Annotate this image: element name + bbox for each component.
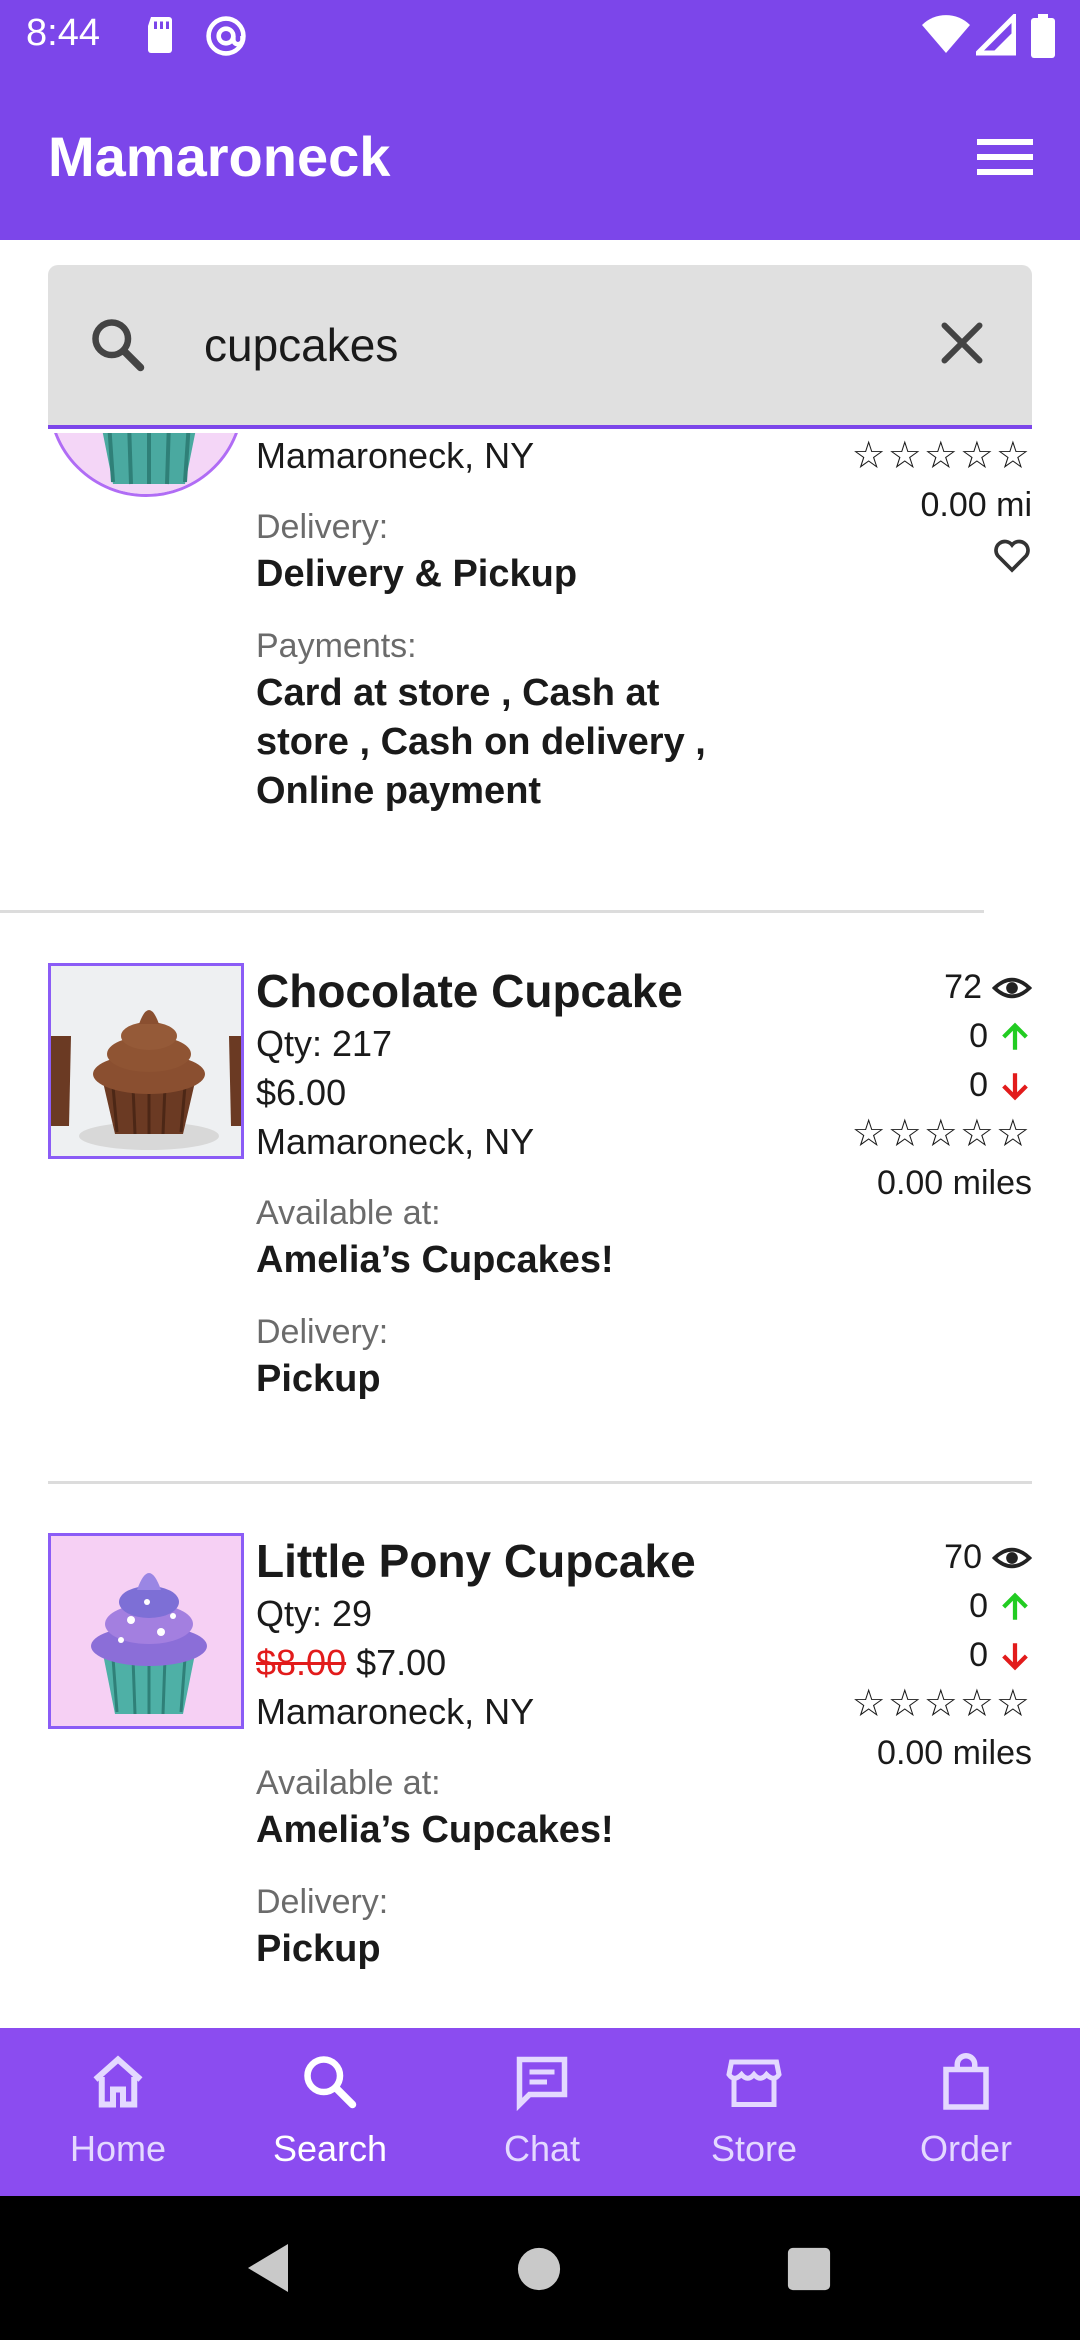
- rating-stars: ☆☆☆☆☆: [851, 1113, 1032, 1155]
- location-text: Mamaroneck, NY: [256, 435, 535, 476]
- view-count: 70: [944, 1538, 982, 1576]
- store-name[interactable]: Amelia’s Cupcakes!: [256, 1236, 776, 1285]
- payments-label: Payments:: [256, 627, 417, 665]
- nav-label: Search: [272, 2128, 388, 2169]
- distance-text: 0.00 miles: [877, 1164, 1032, 1202]
- qty-text: Qty: 29: [256, 1593, 373, 1634]
- available-label: Available at:: [256, 1764, 441, 1802]
- distance-text: 0.00 mi: [920, 486, 1033, 524]
- price-text: $7.00: [356, 1642, 447, 1683]
- home-icon: [93, 2055, 143, 2108]
- downvote-count: 0: [969, 1636, 988, 1674]
- old-price-text: $8.00: [256, 1642, 347, 1683]
- rating-stars: ☆☆☆☆☆: [851, 435, 1032, 477]
- delivery-value: Pickup: [256, 1928, 381, 1970]
- search-icon: [92, 319, 145, 372]
- nav-order[interactable]: Order: [860, 2028, 1072, 2196]
- arrow-up-icon[interactable]: [998, 1590, 1032, 1624]
- nav-home[interactable]: Home: [12, 2028, 224, 2196]
- upvote-count: 0: [969, 1587, 988, 1625]
- recents-icon[interactable]: [786, 2246, 832, 2292]
- product-title[interactable]: Little Pony Cupcake: [256, 1533, 776, 1589]
- chat-icon: [516, 2056, 568, 2112]
- at-sign-icon: [206, 16, 246, 56]
- product-image: [48, 433, 244, 497]
- signal-icon: [976, 14, 1016, 56]
- search-icon: [304, 2056, 357, 2109]
- product-title[interactable]: Chocolate Cupcake: [256, 963, 776, 1019]
- view-count: 72: [944, 968, 982, 1006]
- nav-label: Home: [69, 2128, 167, 2169]
- location-text: Mamaroneck, NY: [256, 1691, 535, 1732]
- list-item[interactable]: Mamaroneck, NY Delivery: Delivery & Pick…: [48, 433, 1032, 903]
- arrow-up-icon[interactable]: [998, 1020, 1032, 1054]
- rating-stars: ☆☆☆☆☆: [851, 1683, 1032, 1725]
- store-name[interactable]: Amelia’s Cupcakes!: [256, 1806, 776, 1855]
- results-list[interactable]: Mamaroneck, NY Delivery: Delivery & Pick…: [0, 433, 1080, 2028]
- delivery-value: Pickup: [256, 1358, 381, 1400]
- result-info: Mamaroneck, NY Delivery: Delivery & Pick…: [256, 433, 776, 816]
- result-info: Chocolate Cupcake Qty: 217 $6.00 Mamaron…: [256, 963, 776, 1404]
- system-navigation-bar: [0, 2196, 1080, 2340]
- qty-text: Qty: 217: [256, 1023, 393, 1064]
- nav-store[interactable]: Store: [648, 2028, 860, 2196]
- heart-icon[interactable]: [992, 535, 1032, 575]
- distance-text: 0.00 miles: [877, 1734, 1032, 1772]
- arrow-down-icon[interactable]: [998, 1639, 1032, 1673]
- bottom-navigation: Home Search Chat Store Order: [0, 2028, 1080, 2196]
- nav-search[interactable]: Search: [224, 2028, 436, 2196]
- search-bar: [48, 265, 1032, 429]
- back-icon[interactable]: [244, 2242, 292, 2294]
- bag-icon: [943, 2053, 989, 2110]
- list-item[interactable]: Chocolate Cupcake Qty: 217 $6.00 Mamaron…: [48, 963, 1032, 1483]
- result-stats: 72 0 0 ☆☆☆☆☆ 0.00 miles: [852, 963, 1032, 1208]
- eye-icon: [992, 1547, 1032, 1568]
- status-time: 8:44: [26, 12, 100, 54]
- delivery-value: Delivery & Pickup: [256, 553, 578, 595]
- wifi-icon: [922, 15, 970, 54]
- eye-icon: [992, 977, 1032, 998]
- close-icon: [941, 322, 983, 364]
- delivery-label: Delivery:: [256, 1883, 389, 1921]
- sd-card-icon: [148, 17, 172, 53]
- delivery-label: Delivery:: [256, 508, 389, 546]
- result-stats: 70 0 0 ☆☆☆☆☆ 0.00 miles: [852, 1533, 1032, 1778]
- available-label: Available at:: [256, 1194, 441, 1232]
- upvote-count: 0: [969, 1017, 988, 1055]
- result-stats: 0 ☆☆☆☆☆ 0.00 mi: [852, 433, 1032, 579]
- location-text: Mamaroneck, NY: [256, 1121, 535, 1162]
- store-icon: [726, 2059, 782, 2107]
- price-line: $8.00 $7.00: [256, 1638, 776, 1687]
- divider: [48, 1481, 1032, 1484]
- menu-button[interactable]: [970, 122, 1040, 192]
- delivery-label: Delivery:: [256, 1313, 389, 1351]
- status-bar: 8:44: [0, 0, 1080, 72]
- nav-chat[interactable]: Chat: [436, 2028, 648, 2196]
- page-title: Mamaroneck: [48, 125, 391, 188]
- nav-label: Chat: [503, 2128, 581, 2169]
- price-text: $6.00: [256, 1072, 347, 1113]
- app-bar: Mamaroneck: [0, 72, 1080, 240]
- downvote-count: 0: [969, 1066, 988, 1104]
- clear-search-button[interactable]: [932, 313, 992, 373]
- divider: [0, 910, 984, 913]
- result-info: Little Pony Cupcake Qty: 29 $8.00 $7.00 …: [256, 1533, 776, 1974]
- search-input[interactable]: [204, 305, 904, 385]
- home-circle-icon[interactable]: [516, 2246, 562, 2292]
- payments-value: Card at store , Cash at store , Cash on …: [256, 672, 706, 812]
- product-image: [48, 1533, 244, 1729]
- list-item[interactable]: Little Pony Cupcake Qty: 29 $8.00 $7.00 …: [48, 1533, 1032, 2028]
- hamburger-menu-icon: [977, 139, 1033, 175]
- nav-label: Order: [919, 2128, 1013, 2169]
- nav-label: Store: [710, 2128, 798, 2169]
- product-image: [48, 963, 244, 1159]
- battery-icon: [1031, 14, 1055, 58]
- arrow-down-icon[interactable]: [998, 1069, 1032, 1103]
